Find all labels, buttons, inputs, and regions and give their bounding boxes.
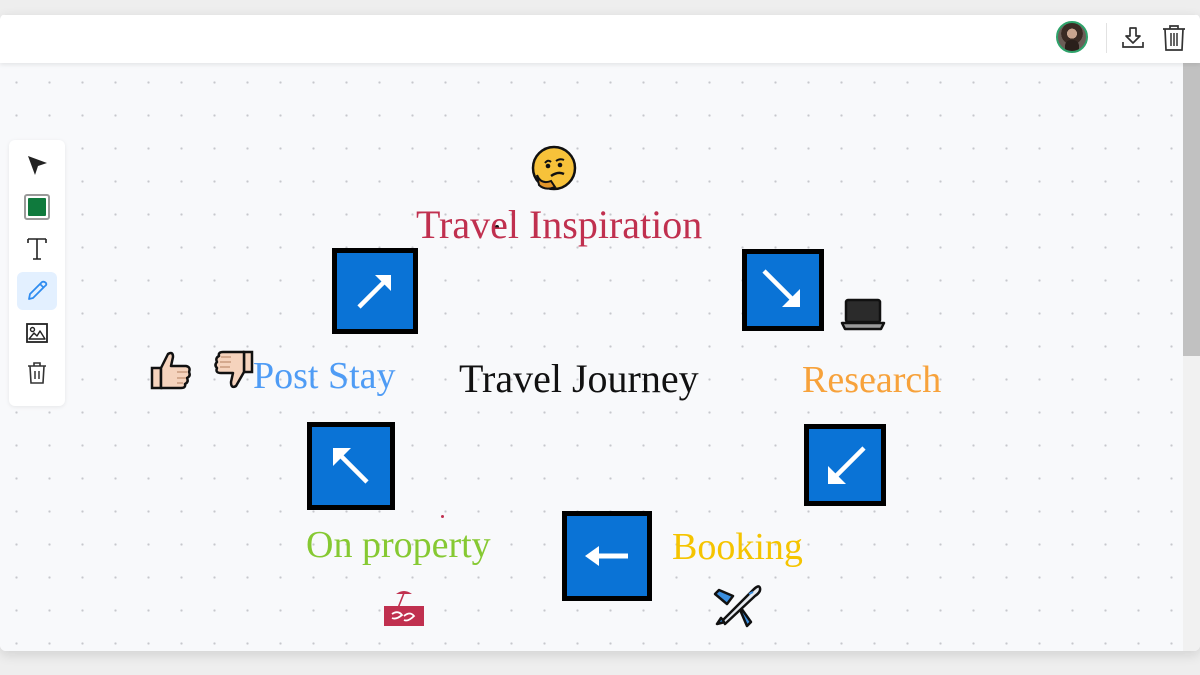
avatar-figure bbox=[1065, 40, 1079, 51]
download-button[interactable] bbox=[1118, 23, 1148, 53]
arrow-to-on-property[interactable] bbox=[562, 511, 652, 601]
laptop-sticker[interactable] bbox=[838, 294, 888, 334]
arrow-to-booking[interactable] bbox=[804, 424, 886, 506]
cursor-arrow-icon bbox=[28, 156, 47, 175]
arrow-west-icon bbox=[585, 546, 628, 566]
color-tool[interactable] bbox=[17, 188, 57, 226]
arrow-to-inspiration[interactable] bbox=[332, 248, 418, 334]
thinking-face-sticker[interactable] bbox=[530, 144, 578, 192]
arrow-north-east-icon bbox=[357, 275, 391, 309]
user-avatar[interactable] bbox=[1056, 21, 1088, 53]
board-canvas[interactable]: Travel Inspiration Travel Journey Resear… bbox=[0, 62, 1183, 651]
download-icon bbox=[1122, 27, 1144, 48]
arrow-north-west-icon bbox=[333, 448, 369, 484]
image-icon bbox=[26, 323, 48, 343]
label-booking[interactable]: Booking bbox=[672, 528, 803, 566]
thinking-face-icon bbox=[531, 145, 577, 191]
thumbs-up-icon bbox=[150, 351, 191, 390]
arrow-to-research[interactable] bbox=[742, 249, 824, 331]
arrow-to-post-stay[interactable] bbox=[307, 422, 395, 510]
text-icon bbox=[27, 238, 47, 260]
arrow-south-east-icon bbox=[762, 269, 800, 307]
whiteboard-app: Travel Inspiration Travel Journey Resear… bbox=[0, 14, 1200, 651]
thumbs-down-sticker[interactable] bbox=[210, 347, 256, 393]
trash-icon bbox=[28, 362, 46, 384]
color-swatch-fill bbox=[28, 198, 46, 216]
label-research[interactable]: Research bbox=[802, 361, 941, 399]
label-travel-journey[interactable]: Travel Journey bbox=[459, 359, 699, 399]
label-text: Post Stay bbox=[253, 355, 396, 397]
image-tool[interactable] bbox=[17, 314, 57, 352]
toolbar-divider bbox=[1106, 23, 1107, 53]
color-swatch bbox=[24, 194, 50, 220]
label-text: Booking bbox=[672, 526, 803, 568]
airplane-icon bbox=[713, 585, 762, 628]
label-text: Travel Inspiration bbox=[416, 202, 703, 247]
vertical-scrollbar-thumb[interactable] bbox=[1183, 62, 1200, 356]
select-tool[interactable] bbox=[17, 146, 57, 184]
delete-board-button[interactable] bbox=[1159, 23, 1189, 53]
thumbs-up-sticker[interactable] bbox=[148, 347, 194, 393]
label-text: Research bbox=[802, 359, 942, 401]
trash-icon bbox=[1163, 25, 1185, 51]
airplane-sticker[interactable] bbox=[712, 582, 764, 630]
label-travel-inspiration[interactable]: Travel Inspiration bbox=[416, 205, 702, 245]
pencil-icon bbox=[28, 280, 48, 300]
beach-umbrella-icon bbox=[384, 591, 424, 626]
laptop-icon bbox=[840, 298, 886, 331]
left-toolbar bbox=[9, 140, 65, 406]
pen-tool[interactable] bbox=[17, 272, 57, 310]
beach-hotel-sticker[interactable] bbox=[382, 588, 426, 628]
arrow-south-west-icon bbox=[828, 446, 866, 484]
label-text: Travel Journey bbox=[459, 356, 699, 401]
delete-tool[interactable] bbox=[17, 354, 57, 392]
label-on-property[interactable]: On property bbox=[306, 526, 491, 564]
thumbs-down-icon bbox=[214, 350, 254, 389]
label-text: On property bbox=[306, 524, 491, 566]
top-bar bbox=[0, 14, 1200, 63]
label-post-stay[interactable]: Post Stay bbox=[253, 357, 396, 395]
pen-dot[interactable] bbox=[441, 515, 444, 518]
text-tool[interactable] bbox=[17, 230, 57, 268]
